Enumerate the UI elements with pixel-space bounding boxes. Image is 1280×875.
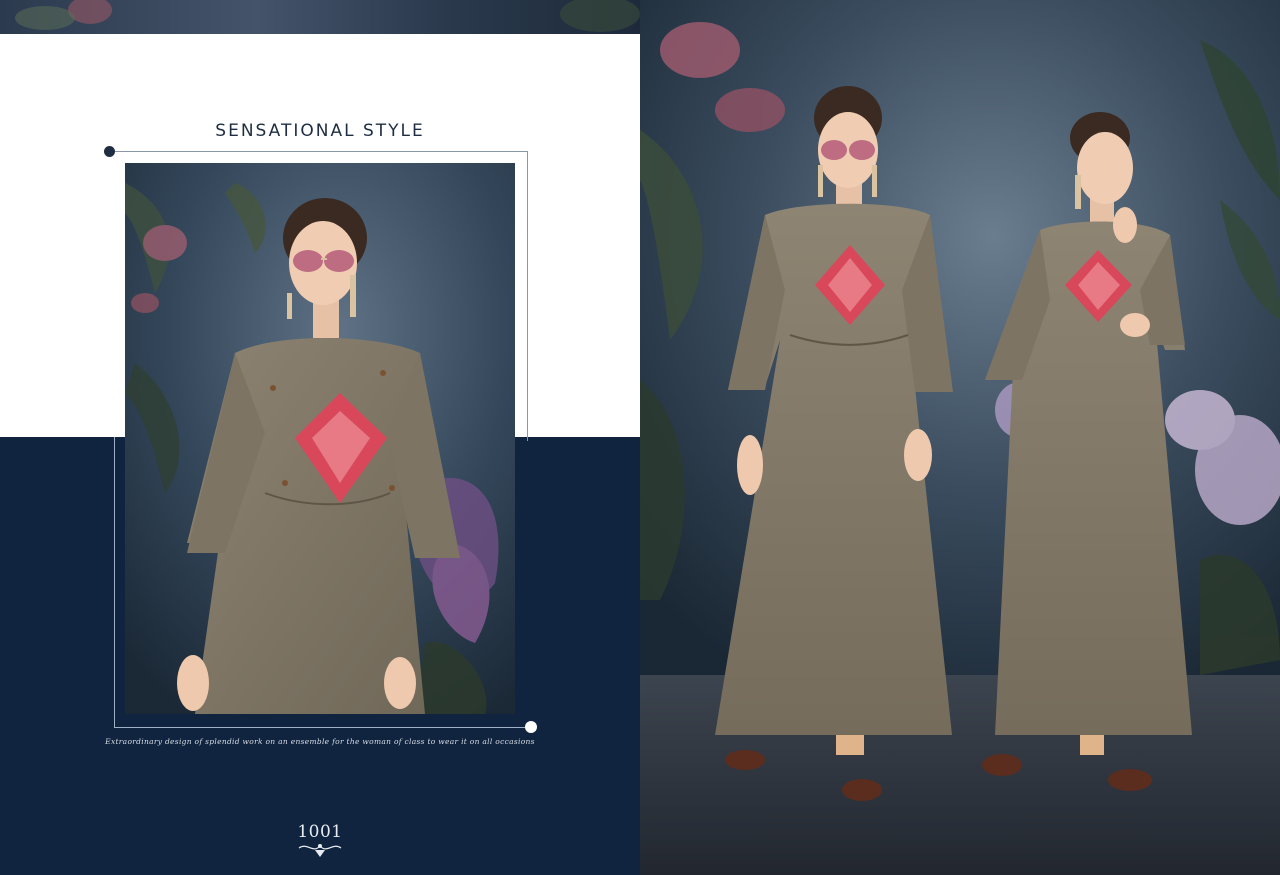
design-number: 1001	[297, 822, 343, 842]
frame-line	[110, 151, 528, 152]
top-photo-strip	[0, 0, 640, 34]
right-panel	[640, 0, 1280, 875]
left-panel: SENSATIONAL STYLE Extraordinary design o…	[0, 0, 640, 875]
model-closeup-photo	[125, 163, 515, 714]
frame-line	[114, 727, 532, 728]
frame-dot	[104, 146, 115, 157]
frame-line	[114, 437, 115, 727]
tagline: Extraordinary design of splendid work on…	[105, 737, 535, 746]
frame-line	[527, 151, 528, 441]
ornament-icon	[298, 844, 342, 857]
two-models-full-length-photo	[640, 0, 1280, 875]
frame-dot	[525, 721, 537, 733]
headline: SENSATIONAL STYLE	[215, 121, 425, 141]
